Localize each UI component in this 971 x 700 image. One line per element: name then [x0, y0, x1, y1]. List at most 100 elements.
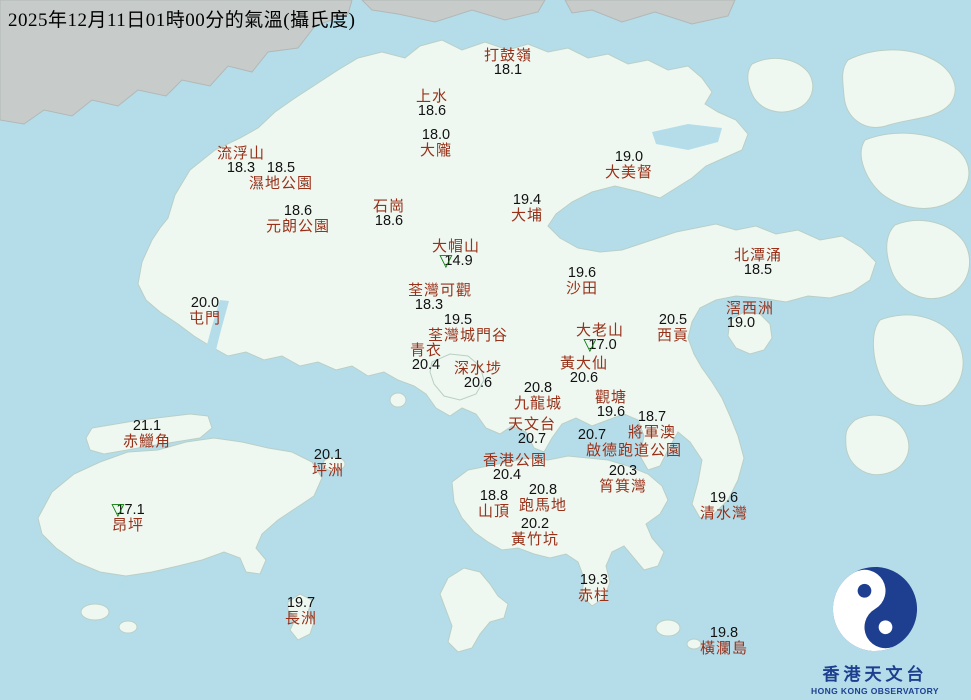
temperature-value: 20.5 [658, 312, 688, 328]
temperature-value: 19.0 [614, 149, 644, 165]
temperature-value: 18.7 [637, 409, 667, 425]
station-temperature: 19.8 [710, 626, 738, 641]
station-name: 大隴 [419, 142, 453, 159]
hko-logo: 香港天文台 HONG KONG OBSERVATORY [795, 565, 955, 696]
weather-station: 觀塘 19.6 [595, 390, 627, 420]
temperature-value: 19.6 [596, 404, 626, 420]
weather-station: 濕地公園 18.5 [248, 161, 314, 192]
temperature-value: 20.6 [463, 375, 493, 391]
station-temperature: 18.1 [494, 63, 522, 78]
station-name: 天文台 [507, 416, 557, 433]
station-temperature: 20.6 [570, 371, 598, 386]
temperature-value: 19.8 [709, 625, 739, 641]
weather-station: 屯門 20.0 [188, 296, 222, 327]
weather-station: 天文台 20.7 [508, 417, 556, 447]
temperature-value: 19.6 [567, 265, 597, 281]
station-name: 橫瀾島 [699, 640, 749, 657]
station-name: 清水灣 [699, 505, 749, 522]
temperature-value: 19.4 [512, 192, 542, 208]
station-temperature: 19.7 [287, 596, 315, 611]
weather-station: 荃灣城門谷 19.5 [428, 312, 508, 344]
temperature-value: 18.3 [414, 297, 444, 313]
station-temperature: 20.6 [464, 376, 492, 391]
down-triangle-icon: ▽ [439, 251, 453, 270]
station-temperature: 19.4 [513, 193, 541, 208]
station-temperature: ▽ 14.9 [439, 251, 472, 270]
temperature-value: 20.7 [517, 431, 547, 447]
temperature-value: 19.6 [709, 490, 739, 506]
station-name: 深水埗 [453, 360, 503, 377]
weather-station: 筲箕灣 20.3 [598, 463, 648, 495]
temperature-value: 20.7 [577, 427, 607, 443]
weather-station: 滘西洲 19.0 [726, 301, 774, 331]
station-temperature: 19.3 [580, 573, 608, 588]
station-temperature: 20.7 [518, 432, 546, 447]
station-temperature: 20.0 [191, 296, 219, 311]
weather-station: 深水埗 20.6 [454, 361, 502, 391]
station-name: 赤鱲角 [122, 433, 172, 450]
weather-station: 西貢 20.5 [657, 312, 689, 344]
station-name: 坪洲 [311, 462, 345, 479]
hko-logo-name-zh: 香港天文台 [822, 665, 928, 684]
weather-station: 石崗 18.6 [373, 199, 405, 229]
station-temperature: 20.1 [314, 448, 342, 463]
temperature-value: 19.0 [726, 315, 756, 331]
station-name: 屯門 [188, 310, 222, 327]
weather-station: 清水灣 19.6 [699, 491, 749, 522]
weather-station: 長洲 19.7 [284, 596, 318, 627]
station-name: 昂坪 [111, 517, 144, 534]
station-name: 上水 [415, 88, 449, 105]
temperature-value: 20.3 [608, 463, 638, 479]
weather-station: 沙田 19.6 [566, 266, 598, 297]
station-name: 大埔 [510, 207, 544, 224]
station-temperature: 21.1 [133, 419, 161, 434]
temperature-value: 18.8 [479, 488, 509, 504]
station-name: 濕地公園 [248, 175, 314, 192]
station-temperature: ▽ 17.0 [583, 336, 616, 353]
temperature-value: 18.5 [266, 160, 296, 176]
down-triangle-icon: ▽ [111, 500, 125, 519]
temperature-value: 20.4 [411, 357, 441, 373]
station-temperature: 18.7 [638, 410, 666, 425]
temperature-value: 20.6 [569, 370, 599, 386]
temperature-value: 18.6 [374, 213, 404, 229]
temperature-value: 18.6 [417, 103, 447, 119]
weather-station: 橫瀾島 19.8 [699, 626, 749, 657]
temperature-value: 21.1 [132, 418, 162, 434]
station-name: 青衣 [409, 342, 443, 359]
weather-station: 赤鱲角 21.1 [122, 419, 172, 450]
weather-station: 大隴 18.0 [419, 128, 453, 159]
weather-station: 啟德跑道公園 20.7 [578, 428, 682, 459]
station-temperature: 19.6 [710, 491, 738, 506]
station-temperature: 18.5 [267, 161, 295, 176]
station-temperature: 19.6 [568, 266, 596, 281]
station-name: 長洲 [284, 610, 318, 627]
weather-station: 荃灣可觀 18.3 [408, 283, 472, 313]
station-name: 石崗 [372, 198, 406, 215]
weather-station: 赤柱 19.3 [578, 573, 610, 604]
station-name: 香港公園 [482, 452, 548, 469]
station-temperature: 20.4 [493, 468, 521, 483]
station-temperature: ▽ 17.1 [111, 500, 144, 519]
temperature-value: 19.5 [443, 312, 473, 328]
station-name: 荃灣可觀 [407, 282, 473, 299]
station-name: 九龍城 [513, 395, 563, 412]
station-temperature: 20.4 [412, 358, 440, 373]
station-name: 元朗公園 [265, 218, 331, 235]
station-temperature: 20.7 [578, 428, 606, 443]
station-name: 觀塘 [594, 389, 628, 406]
temperature-value: 20.2 [520, 516, 550, 532]
weather-station: 大美督 19.0 [605, 149, 653, 181]
station-name: 滘西洲 [725, 300, 775, 317]
station-name: 北潭涌 [733, 247, 783, 264]
weather-station: 坪洲 20.1 [311, 448, 345, 479]
station-temperature: 19.0 [727, 316, 755, 331]
temperature-value: 19.3 [579, 572, 609, 588]
station-name: 筲箕灣 [598, 478, 648, 495]
hko-logo-name-en: HONG KONG OBSERVATORY [811, 686, 939, 696]
station-name: 黃大仙 [559, 355, 609, 372]
weather-station: 大埔 19.4 [510, 193, 544, 224]
station-name: 黃竹坑 [510, 531, 560, 548]
temperature-value: 20.4 [492, 467, 522, 483]
weather-station: 昂坪 ▽ 17.1 [111, 500, 144, 534]
